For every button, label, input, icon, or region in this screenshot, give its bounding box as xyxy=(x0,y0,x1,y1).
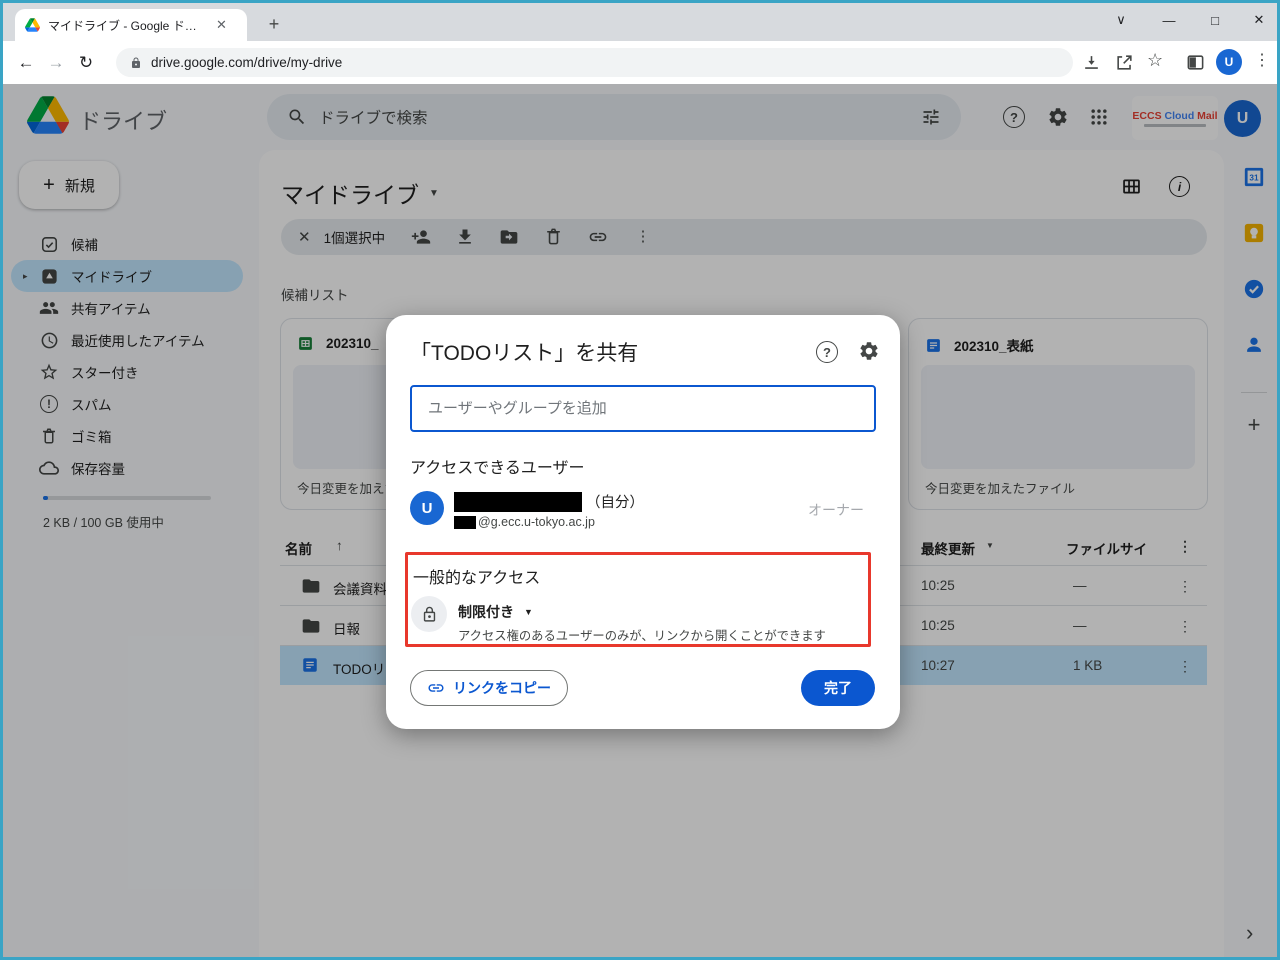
tab-title: マイドライブ - Google ドライブ xyxy=(48,17,208,34)
dialog-settings-icon[interactable] xyxy=(858,340,880,362)
side-panel-icon[interactable] xyxy=(1186,53,1205,72)
browser-window: マイドライブ - Google ドライブ ✕ + ∨ — □ ✕ ← → ↻ d… xyxy=(0,0,1280,960)
back-icon[interactable]: ← xyxy=(11,53,41,73)
dialog-help-icon[interactable]: ? xyxy=(816,341,838,363)
owner-email-line: @g.ecc.u-tokyo.ac.jp xyxy=(454,515,595,529)
tab-strip: マイドライブ - Google ドライブ ✕ + ∨ — □ ✕ xyxy=(3,3,1277,41)
close-button[interactable]: ✕ xyxy=(1237,3,1280,37)
redacted-owner-name xyxy=(454,492,582,512)
address-bar[interactable]: drive.google.com/drive/my-drive xyxy=(116,48,1073,77)
access-description: アクセス権のあるユーザーのみが、リンクから開くことができます xyxy=(458,626,826,644)
browser-menu-icon[interactable]: ⋮ xyxy=(1254,50,1270,70)
restricted-lock-icon xyxy=(411,596,447,632)
redacted-email-local xyxy=(454,516,476,529)
done-button[interactable]: 完了 xyxy=(801,670,875,706)
browser-toolbar: ← → ↻ drive.google.com/drive/my-drive ☆ … xyxy=(3,41,1277,84)
access-option-dropdown[interactable]: 制限付き ▼ xyxy=(458,602,533,622)
drive-page: ドライブ ドライブで検索 ? ECCS Cloud Mail U + 新規 xyxy=(3,84,1277,957)
owner-email-domain: @g.ecc.u-tokyo.ac.jp xyxy=(478,515,595,529)
owner-role-label: オーナー xyxy=(808,500,864,520)
browser-profile-avatar[interactable]: U xyxy=(1216,49,1242,75)
share-dialog: 「TODOリスト」を共有 ? アクセスできるユーザー U （自分） @g.ecc… xyxy=(386,315,900,729)
browser-tab[interactable]: マイドライブ - Google ドライブ ✕ xyxy=(15,9,247,41)
copy-link-button[interactable]: リンクをコピー xyxy=(410,670,568,706)
tab-close-icon[interactable]: ✕ xyxy=(216,17,227,33)
new-tab-button[interactable]: + xyxy=(261,11,287,37)
general-access-title: 一般的なアクセス xyxy=(413,564,540,588)
link-icon xyxy=(427,679,445,697)
copy-link-label: リンクをコピー xyxy=(453,678,551,698)
reload-icon[interactable]: ↻ xyxy=(71,53,101,73)
dropdown-caret-icon: ▼ xyxy=(524,607,533,617)
add-people-input[interactable] xyxy=(410,385,876,432)
forward-icon[interactable]: → xyxy=(41,53,71,73)
bookmark-star-icon[interactable]: ☆ xyxy=(1147,50,1163,71)
share-icon[interactable] xyxy=(1115,53,1134,72)
install-icon[interactable] xyxy=(1082,53,1101,72)
minimize-button[interactable]: — xyxy=(1147,3,1191,37)
lock-icon xyxy=(130,57,142,69)
owner-self-label: （自分） xyxy=(586,491,644,512)
drive-favicon xyxy=(25,18,40,32)
maximize-button[interactable]: □ xyxy=(1193,3,1237,37)
dialog-title: 「TODOリスト」を共有 xyxy=(410,337,638,367)
owner-avatar: U xyxy=(410,491,444,525)
people-with-access-title: アクセスできるユーザー xyxy=(410,454,585,478)
url-text: drive.google.com/drive/my-drive xyxy=(151,55,342,70)
tab-search-icon[interactable]: ∨ xyxy=(1099,3,1143,37)
owner-name-line: （自分） xyxy=(454,491,644,512)
